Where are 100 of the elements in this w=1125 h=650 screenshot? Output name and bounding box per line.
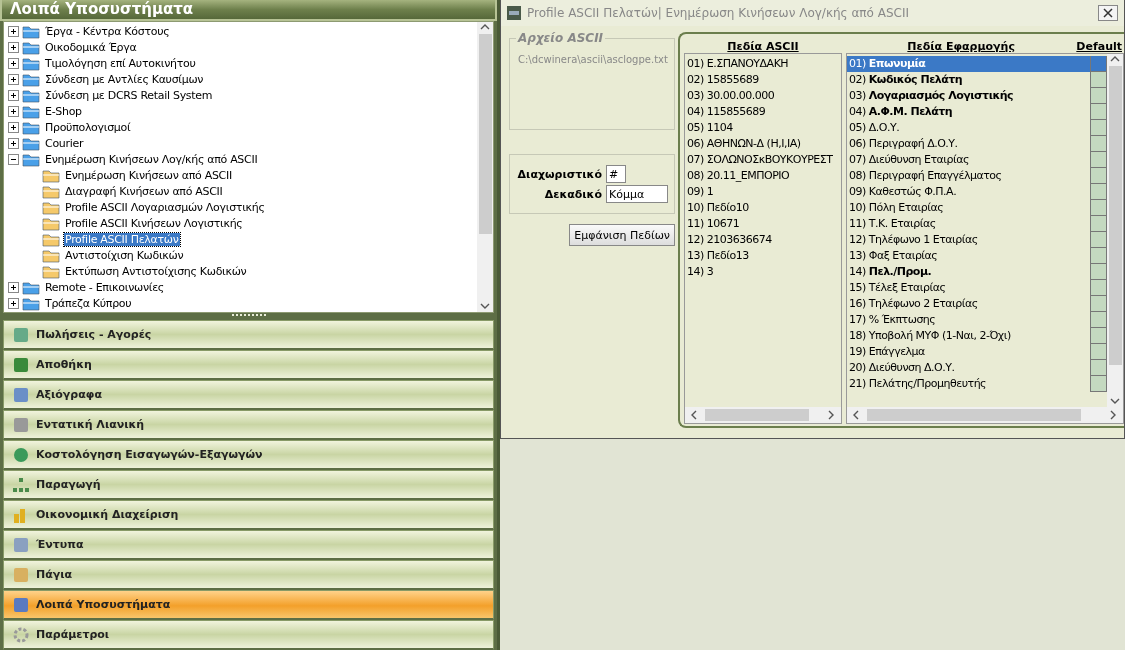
tree-item[interactable]: Διαγραφή Κινήσεων από ASCII	[64, 185, 224, 199]
default-cell[interactable]	[1090, 296, 1107, 312]
tree-item[interactable]: Ενημέρωση Κινήσεων από ASCII	[64, 169, 233, 183]
list-item[interactable]: 07) ΣΟΛΩΝΟΣκΒΟΥΚΟΥΡΕΣΤ	[685, 152, 841, 168]
default-cell[interactable]	[1090, 168, 1107, 184]
default-cell[interactable]	[1090, 328, 1107, 344]
plus-toggle-icon[interactable]	[8, 42, 19, 54]
list-item[interactable]: 12) 2103636674	[685, 232, 841, 248]
list-item[interactable]: 06) ΑΘΗΝΩΝ-Δ (Η,Ι,ΙΑ)	[685, 136, 841, 152]
default-cell[interactable]	[1090, 264, 1107, 280]
default-cell[interactable]	[1090, 120, 1107, 136]
default-cell[interactable]	[1090, 200, 1107, 216]
list-item[interactable]: 11) 10671	[685, 216, 841, 232]
module-button[interactable]: Κοστολόγηση Εισαγωγών-Εξαγωγών	[3, 440, 494, 470]
list-item[interactable]: 08) Περιγραφή Επαγγέλματος	[847, 168, 1090, 184]
scrollbar[interactable]	[477, 21, 493, 312]
list-item[interactable]: 01) Επωνυμία	[847, 56, 1090, 72]
list-item[interactable]: 06) Περιγραφή Δ.Ο.Υ.	[847, 136, 1090, 152]
list-item[interactable]: 01) Ε.ΣΠΑΝΟΥΔΑΚΗ	[685, 56, 841, 72]
module-button[interactable]: Έντυπα	[3, 530, 494, 560]
decimal-field[interactable]: Κόμμα	[606, 185, 668, 203]
default-cell[interactable]	[1090, 280, 1107, 296]
module-button[interactable]: Πωλήσεις - Αγορές	[3, 320, 494, 350]
module-button[interactable]: Παράμετροι	[3, 620, 494, 650]
scrollbar[interactable]	[685, 407, 841, 423]
list-item[interactable]: 02) 15855689	[685, 72, 841, 88]
list-item[interactable]: 14) 3	[685, 264, 841, 280]
separator-field[interactable]: #	[606, 165, 626, 183]
list-item[interactable]: 09) 1	[685, 184, 841, 200]
list-item[interactable]: 08) 20.11_ΕΜΠΟΡΙΟ	[685, 168, 841, 184]
list-item[interactable]: 21) Πελάτης/Προμηθευτής	[847, 376, 1090, 392]
tree-item[interactable]: Αντιστοίχιση Κωδικών	[64, 249, 185, 263]
list-item[interactable]: 12) Τηλέφωνο 1 Εταιρίας	[847, 232, 1090, 248]
list-item[interactable]: 05) Δ.Ο.Υ.	[847, 120, 1090, 136]
default-cell[interactable]	[1090, 248, 1107, 264]
list-item[interactable]: 03) 30.00.00.000	[685, 88, 841, 104]
tree-item[interactable]: Εκτύπωση Αντιστοίχισης Κωδικών	[64, 265, 248, 279]
tree-item[interactable]: Remote - Επικοινωνίες	[44, 281, 165, 295]
plus-toggle-icon[interactable]	[8, 106, 19, 118]
module-button[interactable]: Αξιόγραφα	[3, 380, 494, 410]
list-item[interactable]: 07) Διεύθυνση Εταιρίας	[847, 152, 1090, 168]
plus-toggle-icon[interactable]	[8, 138, 19, 150]
tree-item[interactable]: Οικοδομικά Έργα	[44, 41, 138, 55]
list-item[interactable]: 13) Πεδίο13	[685, 248, 841, 264]
tree-item[interactable]: Τράπεζα Κύπρου	[44, 297, 133, 311]
default-cell[interactable]	[1090, 232, 1107, 248]
plus-toggle-icon[interactable]	[8, 122, 19, 134]
minus-toggle-icon[interactable]	[8, 154, 19, 166]
plus-toggle-icon[interactable]	[8, 90, 19, 102]
default-cell[interactable]	[1090, 152, 1107, 168]
module-button[interactable]: Παραγωγή	[3, 470, 494, 500]
plus-toggle-icon[interactable]	[8, 298, 19, 310]
tree-item[interactable]: Προϋπολογισμοί	[44, 121, 132, 135]
list-item[interactable]: 11) Τ.Κ. Εταιρίας	[847, 216, 1090, 232]
default-cell[interactable]	[1090, 216, 1107, 232]
module-button[interactable]: Εντατική Λιανική	[3, 410, 494, 440]
default-cell[interactable]	[1090, 136, 1107, 152]
tree-item[interactable]: Σύνδεση με Αντλίες Καυσίμων	[44, 73, 205, 87]
plus-toggle-icon[interactable]	[8, 74, 19, 86]
scrollbar[interactable]	[1107, 54, 1123, 407]
default-cell[interactable]	[1090, 88, 1107, 104]
module-button[interactable]: Πάγια	[3, 560, 494, 590]
list-item[interactable]: 14) Πελ./Προμ.	[847, 264, 1090, 280]
list-item[interactable]: 15) Τέλεξ Εταιρίας	[847, 280, 1090, 296]
tree-item[interactable]: Profile ASCII Κινήσεων Λογιστικής	[64, 217, 244, 231]
list-item[interactable]: 16) Τηλέφωνο 2 Εταιρίας	[847, 296, 1090, 312]
list-item[interactable]: 10) Πεδίο10	[685, 200, 841, 216]
list-item[interactable]: 10) Πόλη Εταιρίας	[847, 200, 1090, 216]
list-item[interactable]: 02) Κωδικός Πελάτη	[847, 72, 1090, 88]
default-cell[interactable]	[1090, 184, 1107, 200]
list-item[interactable]: 13) Φαξ Εταιρίας	[847, 248, 1090, 264]
list-item[interactable]: 04) 115855689	[685, 104, 841, 120]
tree-item[interactable]: E-Shop	[44, 105, 83, 119]
list-item[interactable]: 04) Α.Φ.Μ. Πελάτη	[847, 104, 1090, 120]
scrollbar[interactable]	[847, 407, 1123, 423]
list-item[interactable]: 05) 1104	[685, 120, 841, 136]
tree-item[interactable]: Σύνδεση με DCRS Retail System	[44, 89, 214, 103]
show-fields-button[interactable]: Εμφάνιση Πεδίων	[569, 224, 675, 246]
default-cell[interactable]	[1090, 376, 1107, 392]
plus-toggle-icon[interactable]	[8, 26, 19, 38]
tree-item[interactable]: Ενημέρωση Κινήσεων Λογ/κής από ASCII	[44, 153, 259, 167]
tree-item[interactable]: Profile ASCII Λογαριασμών Λογιστικής	[64, 201, 266, 215]
default-cell[interactable]	[1090, 72, 1107, 88]
tree-item[interactable]: Έργα - Κέντρα Κόστους	[44, 25, 171, 39]
default-cell[interactable]	[1090, 104, 1107, 120]
list-item[interactable]: 03) Λογαριασμός Λογιστικής	[847, 88, 1090, 104]
default-cell[interactable]	[1090, 344, 1107, 360]
splitter-grip[interactable]	[231, 313, 266, 319]
tree-item[interactable]: Τιμολόγηση επί Αυτοκινήτου	[44, 57, 197, 71]
module-button[interactable]: Λοιπά Υποσυστήματα	[3, 590, 494, 620]
list-item[interactable]: 20) Διεύθυνση Δ.Ο.Υ.	[847, 360, 1090, 376]
default-cell[interactable]	[1090, 360, 1107, 376]
tree-item[interactable]: Profile ASCII Πελατών	[64, 233, 180, 247]
list-item[interactable]: 19) Επάγγελμα	[847, 344, 1090, 360]
list-item[interactable]: 09) Καθεστώς Φ.Π.Α.	[847, 184, 1090, 200]
list-item[interactable]: 18) Υποβολή ΜΥΦ (1-Ναι, 2-Όχι)	[847, 328, 1090, 344]
default-cell[interactable]	[1090, 312, 1107, 328]
plus-toggle-icon[interactable]	[8, 58, 19, 70]
default-cell[interactable]	[1090, 56, 1107, 72]
module-button[interactable]: Αποθήκη	[3, 350, 494, 380]
